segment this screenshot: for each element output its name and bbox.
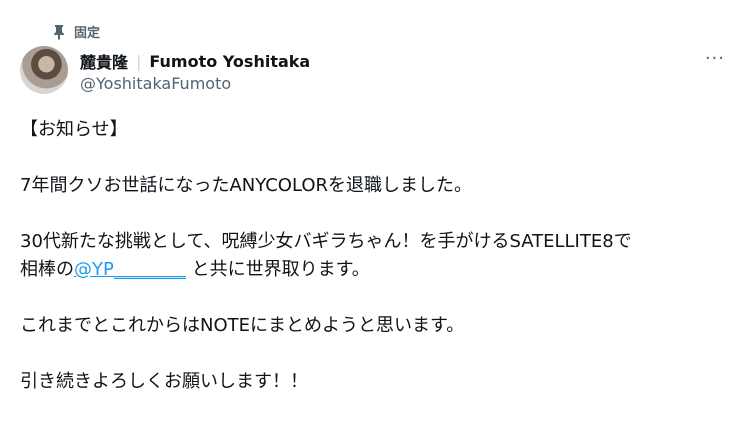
pin-icon (54, 24, 64, 40)
mention-link[interactable]: @YP________ (74, 259, 186, 280)
author-name-jp[interactable]: 麓貴隆 (80, 49, 128, 73)
more-options-icon[interactable]: ··· (705, 48, 725, 69)
tweet-text-segment: 相棒の (20, 259, 74, 280)
author-name-row[interactable]: 麓貴隆 | Fumoto Yoshitaka (80, 49, 310, 73)
pinned-label: 固定 (74, 26, 101, 41)
tweet-text: 【お知らせ】 7年間クソお世話になったANYCOLORを退職しました。 30代新… (20, 116, 731, 396)
tweet-line: 【お知らせ】 (20, 119, 128, 140)
name-separator: | (136, 51, 142, 71)
pinned-indicator: 固定 (52, 22, 100, 41)
avatar[interactable] (20, 46, 68, 94)
tweet-line-mention: 相棒の@YP________ と共に世界取ります。 (20, 256, 731, 284)
tweet-line: 30代新たな挑戦として、呪縛少女バギラちゃん！を手がけるSATELLITE8で (20, 231, 632, 252)
tweet-line: これまでとこれからはNOTEにまとめようと思います。 (20, 315, 465, 336)
author-name-en[interactable]: Fumoto Yoshitaka (149, 52, 310, 71)
tweet-line: 引き続きよろしくお願いします！！ (20, 371, 308, 392)
author-handle[interactable]: @YoshitakaFumoto (80, 74, 231, 93)
tweet-line: 7年間クソお世話になったANYCOLORを退職しました。 (20, 175, 473, 196)
tweet-text-segment: と共に世界取ります。 (185, 259, 370, 280)
